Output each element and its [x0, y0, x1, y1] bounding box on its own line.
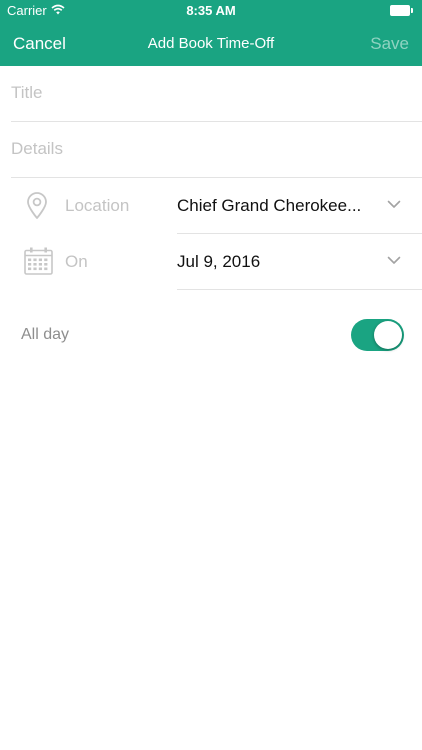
divider — [11, 121, 422, 122]
page-title: Add Book Time-Off — [147, 35, 275, 52]
top-bar: Carrier 8:35 AM Cancel Add Book Time-Off… — [0, 0, 422, 66]
toggle-knob — [374, 321, 402, 349]
battery-icon — [390, 5, 414, 16]
calendar-icon — [24, 247, 53, 275]
status-time: 8:35 AM — [186, 3, 236, 18]
navigation-bar: Cancel Add Book Time-Off Save — [0, 22, 422, 66]
status-bar: Carrier 8:35 AM — [0, 0, 422, 22]
on-label: On — [65, 252, 88, 271]
chevron-down-icon[interactable] — [387, 200, 401, 209]
chevron-down-icon[interactable] — [387, 256, 401, 265]
title-field[interactable]: Title — [11, 83, 43, 103]
details-field[interactable]: Details — [11, 139, 63, 159]
location-value[interactable]: Chief Grand Cherokee... — [177, 196, 361, 216]
location-label: Location — [65, 196, 130, 215]
all-day-toggle[interactable] — [351, 319, 404, 351]
location-pin-icon — [27, 192, 47, 219]
save-button[interactable]: Save — [370, 34, 409, 54]
divider — [11, 177, 422, 178]
date-value[interactable]: Jul 9, 2016 — [177, 252, 260, 272]
divider — [177, 289, 422, 290]
all-day-label: All day — [21, 326, 70, 343]
divider — [177, 233, 422, 234]
